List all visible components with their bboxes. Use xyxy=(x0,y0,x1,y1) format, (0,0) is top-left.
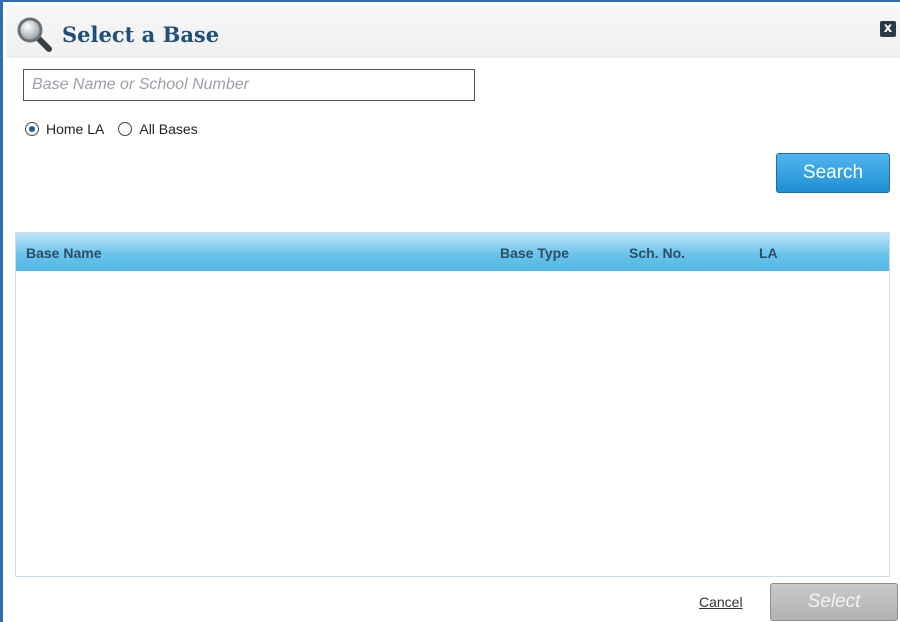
column-header-base-name[interactable]: Base Name xyxy=(26,245,102,261)
radio-home-la[interactable]: Home LA xyxy=(25,121,104,137)
select-base-dialog: Select a Base x Home LA All Bases Search… xyxy=(0,0,900,622)
dialog-title: Select a Base xyxy=(62,22,220,47)
radio-unchecked-icon[interactable] xyxy=(118,122,133,136)
radio-checked-icon[interactable] xyxy=(25,122,39,136)
results-header-row: Base Name Base Type Sch. No. LA xyxy=(16,233,889,271)
column-header-la[interactable]: LA xyxy=(759,245,778,261)
results-table: Base Name Base Type Sch. No. LA xyxy=(15,232,890,577)
cancel-link[interactable]: Cancel xyxy=(699,594,743,610)
radio-all-bases[interactable]: All Bases xyxy=(118,121,198,137)
scope-radio-group: Home LA All Bases xyxy=(25,121,212,137)
search-icon xyxy=(16,16,54,54)
select-button[interactable]: Select xyxy=(770,583,898,621)
close-icon[interactable]: x xyxy=(880,21,896,37)
radio-all-bases-label: All Bases xyxy=(139,121,198,137)
column-header-base-type[interactable]: Base Type xyxy=(500,245,569,261)
dialog-titlebar: Select a Base x xyxy=(6,4,900,58)
radio-home-la-label: Home LA xyxy=(46,121,105,137)
column-header-school-number[interactable]: Sch. No. xyxy=(629,245,685,261)
base-search-input[interactable] xyxy=(23,69,475,101)
search-button[interactable]: Search xyxy=(776,153,890,193)
